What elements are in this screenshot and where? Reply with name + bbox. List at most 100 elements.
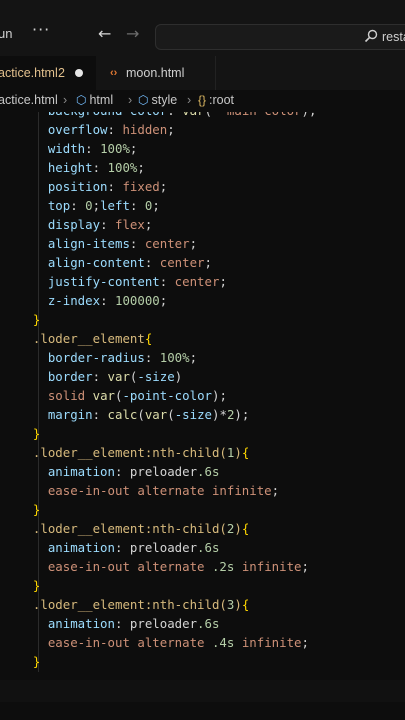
code-line[interactable]: .loder__element:nth-child(2){ (18, 519, 249, 538)
forward-arrow-icon[interactable]: → (126, 24, 139, 43)
command-center-search[interactable]: resta (155, 24, 405, 50)
code-line[interactable]: z-index: 100000; (18, 291, 167, 310)
breadcrumb-style[interactable]: ⬡ style (138, 93, 177, 107)
problem-count-badge: 2 (58, 66, 65, 80)
html-file-icon: ‹› (110, 67, 118, 79)
code-line[interactable]: } (18, 310, 40, 329)
code-token: calc (107, 407, 138, 422)
more-menu-icon[interactable]: ··· (32, 20, 50, 39)
code-token: preloader (129, 540, 198, 555)
code-token: } (32, 654, 41, 669)
code-token: -size (137, 369, 175, 384)
code-line[interactable]: } (18, 500, 40, 519)
code-token: top (47, 198, 71, 213)
code-line[interactable]: .loder__element:nth-child(3){ (18, 595, 249, 614)
code-token: center (174, 274, 220, 289)
code-line[interactable]: ease-in-out alternate .2s infinite; (18, 557, 309, 576)
code-token: animation (47, 464, 115, 479)
code-line[interactable]: .loder__element:nth-child(1){ (18, 443, 249, 462)
code-token: ) (234, 445, 242, 460)
code-token: center (159, 255, 205, 270)
breadcrumb-file[interactable]: actice.html (0, 93, 58, 107)
code-line[interactable]: solid var(-point-color); (18, 386, 227, 405)
breadcrumb-root[interactable]: {}:root (198, 93, 234, 107)
code-token: 100% (100, 141, 130, 156)
back-arrow-icon[interactable]: ← (98, 24, 111, 43)
code-token: ); (234, 407, 250, 422)
code-token: ; (271, 483, 280, 498)
chevron-right-icon: › (63, 93, 68, 107)
code-line[interactable]: border: var(-size) (18, 367, 182, 386)
code-token: fixed (122, 179, 160, 194)
code-token: ; (129, 141, 138, 156)
code-token: : (107, 122, 123, 137)
code-token: z-index (47, 293, 101, 308)
code-token: ) (234, 597, 242, 612)
code-token: ; (167, 122, 175, 137)
code-line[interactable]: justify-content: center; (18, 272, 227, 291)
code-token: : (114, 464, 130, 479)
code-line[interactable]: animation: preloader.6s (18, 462, 220, 481)
code-line[interactable]: ease-in-out alternate infinite; (18, 481, 279, 500)
code-token: : (144, 255, 160, 270)
code-editor[interactable]: background-color: var(--main-color); ove… (0, 112, 405, 672)
code-token: ; (219, 274, 227, 289)
code-token: left (100, 198, 130, 213)
code-line[interactable]: position: fixed; (18, 177, 167, 196)
code-token: ; (301, 635, 309, 650)
code-line[interactable]: } (18, 652, 40, 671)
code-token: hidden (122, 122, 168, 137)
code-line[interactable]: overflow: hidden; (18, 120, 175, 139)
code-token: ; (137, 160, 145, 175)
code-line[interactable]: align-items: center; (18, 234, 197, 253)
code-line[interactable]: border-radius: 100%; (18, 348, 197, 367)
code-token: display (47, 217, 101, 232)
code-line[interactable]: background-color: var(--main-color); (18, 112, 317, 120)
code-line[interactable]: animation: preloader.6s (18, 614, 220, 633)
code-line[interactable]: } (18, 424, 40, 443)
code-token: var (144, 407, 168, 422)
code-line[interactable]: align-content: center; (18, 253, 212, 272)
tab-moon-html[interactable]: ‹› moon.html (96, 56, 216, 90)
code-line[interactable]: .loder__element{ (18, 329, 152, 348)
tab-practice-html[interactable]: actice.html 2 (0, 56, 96, 90)
code-token: animation (47, 616, 115, 631)
code-token: height (47, 160, 93, 175)
tab-label: moon.html (126, 66, 185, 80)
code-token: ease-in-out alternate (47, 635, 212, 650)
chevron-right-icon: › (187, 93, 192, 107)
unsaved-dot-icon[interactable] (75, 69, 83, 77)
code-token: : (100, 293, 115, 308)
code-line[interactable]: ease-in-out alternate .4s infinite; (18, 633, 309, 652)
code-line[interactable]: animation: preloader.6s (18, 538, 220, 557)
code-token: 100% (107, 160, 138, 175)
code-line[interactable]: top: 0;left: 0; (18, 196, 160, 215)
code-token: ; (152, 198, 160, 213)
code-token: : (92, 369, 108, 384)
editor-tab-bar: actice.html 2 ‹› moon.html (0, 56, 405, 91)
code-token: .6s (197, 464, 220, 479)
code-line[interactable]: display: flex; (18, 215, 152, 234)
code-token: ; (92, 198, 101, 213)
code-line[interactable]: width: 100%; (18, 139, 138, 158)
code-line[interactable]: } (18, 576, 40, 595)
breadcrumb-html[interactable]: ⬡ html (76, 93, 113, 107)
run-menu[interactable]: un (0, 26, 12, 41)
code-token: -point-color (122, 388, 212, 403)
code-token: : (92, 160, 108, 175)
code-token: : (167, 112, 182, 118)
code-line[interactable]: height: 100%; (18, 158, 145, 177)
code-token: ; (189, 350, 198, 365)
symbol-cube-icon: ⬡ (76, 93, 87, 107)
code-line[interactable]: margin: calc(var(-size)*2); (18, 405, 249, 424)
